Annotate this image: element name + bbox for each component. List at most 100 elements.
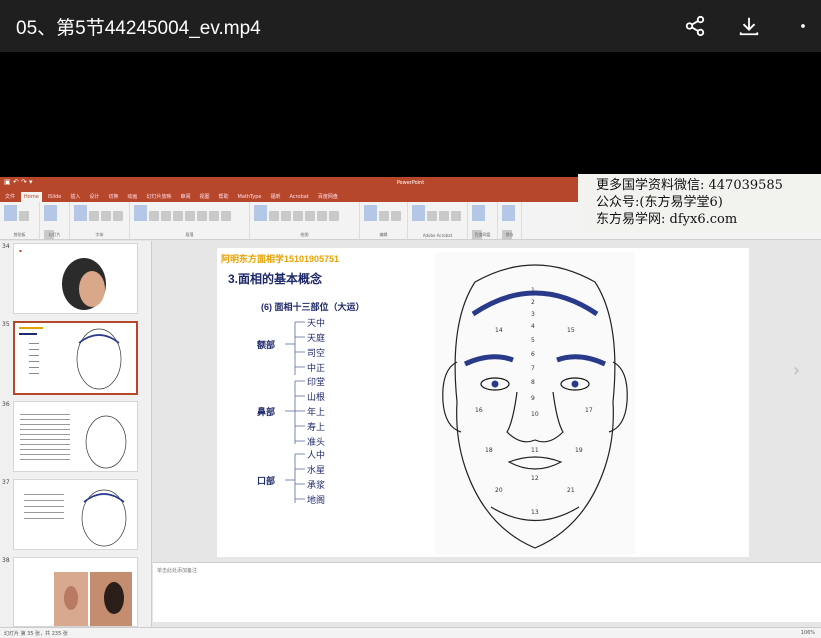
slide-thumbnail[interactable] <box>13 401 138 472</box>
ribbon-button-icon[interactable] <box>113 211 123 221</box>
ear-photo-thumb-image <box>54 572 132 626</box>
ribbon-group: 百度网盘 <box>468 202 498 240</box>
ribbon-tab[interactable]: 切换 <box>105 191 121 202</box>
ribbon-button-icon[interactable] <box>293 211 303 221</box>
slide-count-status: 幻灯片 第 35 张，共 235 张 <box>4 631 68 637</box>
ribbon-button-icon[interactable] <box>134 205 147 221</box>
more-icon[interactable] <box>791 14 815 38</box>
ribbon-tab[interactable]: 百度网盘 <box>315 191 341 202</box>
ribbon-button-icon[interactable] <box>412 205 425 221</box>
ribbon-group: 绘图 <box>250 202 360 239</box>
ribbon-button-icon[interactable] <box>197 211 207 221</box>
ribbon-tab[interactable]: iSlide <box>45 192 65 202</box>
ribbon-tab[interactable]: Acrobat <box>287 192 312 202</box>
svg-text:5: 5 <box>531 337 535 344</box>
watermark-line-2: 公众号:(东方易学堂6) <box>596 195 723 210</box>
video-title: 05、第5节44245004_ev.mp4 <box>16 17 261 39</box>
ribbon-button-icon[interactable] <box>472 205 485 221</box>
ribbon-button-icon[interactable] <box>101 211 111 221</box>
ribbon-button-icon[interactable] <box>19 211 29 221</box>
ribbon-button-icon[interactable] <box>317 211 327 221</box>
ribbon-button-icon[interactable] <box>185 211 195 221</box>
ribbon-tab[interactable]: 福昕 <box>268 191 284 202</box>
download-icon[interactable] <box>737 14 761 38</box>
position-item: 中正 <box>307 363 326 373</box>
thumbnail-item[interactable]: 38 <box>2 557 148 627</box>
svg-text:8: 8 <box>531 379 535 386</box>
ribbon-tab[interactable]: 幻灯片放映 <box>143 191 174 202</box>
ribbon-button-icon[interactable] <box>502 205 515 221</box>
ribbon-tab[interactable]: MathType <box>235 192 265 202</box>
ribbon-button-icon[interactable] <box>44 205 57 221</box>
ribbon-group: Adobe Acrobat <box>408 202 468 239</box>
position-item: 年上 <box>307 407 326 417</box>
slide-thumbnail[interactable] <box>13 557 138 627</box>
ribbon-button-icon[interactable] <box>254 205 267 221</box>
svg-text:2: 2 <box>531 299 535 306</box>
svg-text:21: 21 <box>567 487 575 494</box>
ribbon-button-icon[interactable] <box>209 211 219 221</box>
thumbnail-item[interactable]: 37 <box>2 479 148 553</box>
position-item: 山根 <box>307 392 326 402</box>
ribbon-tab[interactable]: 视图 <box>196 191 212 202</box>
table-thumb-image <box>20 414 127 469</box>
ribbon-button-icon[interactable] <box>74 205 87 221</box>
svg-text:18: 18 <box>485 447 493 454</box>
slide-thumbnail-selected[interactable] <box>13 321 138 395</box>
notes-pane[interactable]: 单击此处添加备注 <box>153 562 821 622</box>
slide-number: 36 <box>2 401 10 408</box>
slide-thumbnail[interactable] <box>13 479 138 550</box>
svg-text:20: 20 <box>495 487 503 494</box>
current-slide[interactable]: 阿明东方面相学15101905751 3.面相的基本概念 (6) 面相十三部位（… <box>217 248 749 557</box>
ribbon-tab[interactable]: 帮助 <box>215 191 231 202</box>
ribbon-group-label: Adobe Acrobat <box>422 233 453 238</box>
ribbon-group-label: 保存 <box>505 232 514 237</box>
ribbon-button-icon[interactable] <box>89 211 99 221</box>
ribbon-button-icon[interactable] <box>439 211 449 221</box>
share-icon[interactable] <box>683 14 707 38</box>
quick-access-icon[interactable]: ▣ ↶ ↷ ▾ <box>4 178 33 186</box>
ribbon-button-icon[interactable] <box>161 211 171 221</box>
ribbon-tab[interactable]: 插入 <box>67 191 83 202</box>
thumbnail-item[interactable]: 36 <box>2 401 148 475</box>
thumbnail-item[interactable]: 34 ▪ <box>2 243 148 317</box>
slide-editing-canvas[interactable]: 阿明东方面相学15101905751 3.面相的基本概念 (6) 面相十三部位（… <box>153 241 810 561</box>
ribbon-button-icon[interactable] <box>427 211 437 221</box>
svg-text:16: 16 <box>475 407 483 414</box>
slide-thumbnail[interactable]: ▪ <box>13 243 138 314</box>
ribbon-button-icon[interactable] <box>4 205 17 221</box>
ribbon-button-icon[interactable] <box>149 211 159 221</box>
ribbon-button-icon[interactable] <box>221 211 231 221</box>
ribbon-button-icon[interactable] <box>173 211 183 221</box>
ribbon-tab[interactable]: Home <box>21 192 42 202</box>
ribbon-button-icon[interactable] <box>379 211 389 221</box>
position-item: 天庭 <box>307 333 326 343</box>
ribbon-group: 剪贴板 <box>0 202 40 239</box>
ribbon-button-icon[interactable] <box>305 211 315 221</box>
ribbon-button-icon[interactable] <box>269 211 279 221</box>
slide-thumbnail-pane[interactable]: 34 ▪ 35 36 37 38 <box>0 241 152 627</box>
zoom-level[interactable]: 106% <box>801 630 815 636</box>
ribbon-button-icon[interactable] <box>329 211 339 221</box>
ribbon-group-label: 段落 <box>185 232 194 237</box>
ribbon-tab[interactable]: 审阅 <box>177 191 193 202</box>
ribbon-group: 保存 <box>498 202 522 240</box>
ribbon-tab[interactable]: 动画 <box>124 191 140 202</box>
ribbon-button-icon[interactable] <box>364 205 377 221</box>
ribbon-button-icon[interactable] <box>281 211 291 221</box>
ribbon-button-icon[interactable] <box>391 211 401 221</box>
ribbon-group: 段落 <box>130 202 250 239</box>
ribbon-tab[interactable]: 设计 <box>86 191 102 202</box>
ribbon-tab[interactable]: 文件 <box>2 191 18 202</box>
svg-text:6: 6 <box>531 351 535 358</box>
next-arrow-icon[interactable]: › <box>793 360 800 381</box>
face-diagram: 123 456 789 101112 13 14 15 16 17 18 19 20 2… <box>435 252 635 554</box>
group-label-mouth: 口部 <box>257 476 276 486</box>
svg-text:1: 1 <box>531 287 535 294</box>
svg-text:7: 7 <box>531 365 535 372</box>
ribbon-button-icon[interactable] <box>451 211 461 221</box>
svg-text:14: 14 <box>495 327 503 334</box>
ribbon-group-label: 字体 <box>95 232 104 237</box>
vertical-scrollbar[interactable] <box>801 241 809 561</box>
thumbnail-item[interactable]: 35 <box>2 321 148 397</box>
